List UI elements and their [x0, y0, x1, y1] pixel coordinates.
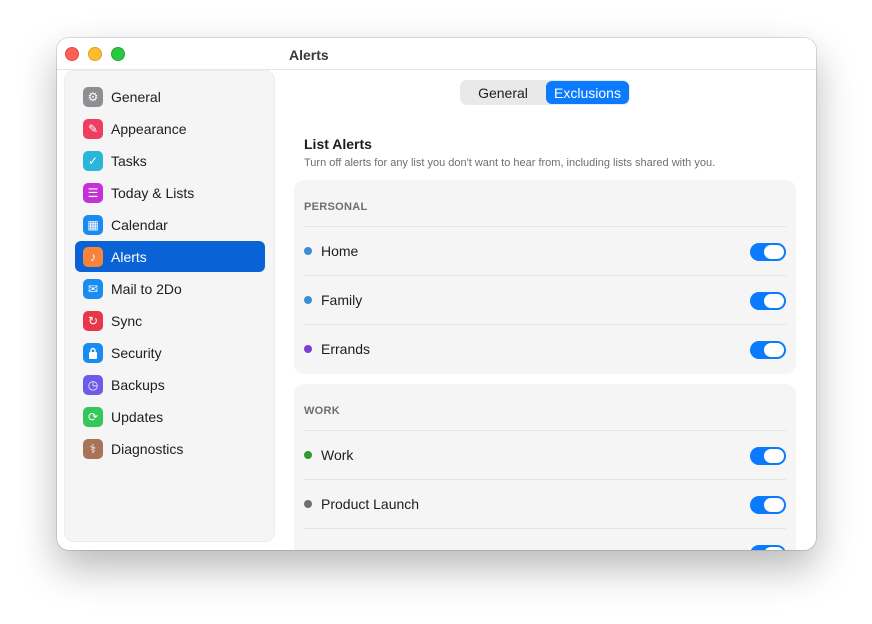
- group-header: PERSONAL: [304, 201, 368, 213]
- sidebar-item-label: Updates: [111, 408, 164, 425]
- title-bar: Alerts: [57, 38, 816, 70]
- alert-toggle[interactable]: [750, 545, 786, 550]
- sidebar-item-label: Alerts: [111, 248, 147, 265]
- close-button[interactable]: [65, 47, 79, 61]
- sync-icon: ↻: [83, 310, 103, 331]
- checkmark-icon: ✓: [83, 150, 103, 171]
- list-color-dot: [304, 247, 312, 255]
- list-label: Home: [321, 243, 359, 259]
- tab-general[interactable]: General: [461, 81, 545, 104]
- calendar-icon: ▦: [83, 214, 103, 235]
- sidebar-item-appearance[interactable]: ✎ Appearance: [75, 113, 265, 144]
- tab-exclusions[interactable]: Exclusions: [546, 81, 629, 104]
- group-header: WORK: [304, 405, 341, 417]
- list-color-dot: [304, 296, 312, 304]
- toggle-knob: [764, 449, 784, 463]
- stethoscope-icon: ⚕: [83, 438, 103, 459]
- bell-icon: ♪: [83, 246, 103, 267]
- minimize-button[interactable]: [88, 47, 102, 61]
- toggle-knob: [764, 245, 784, 259]
- alert-toggle[interactable]: [750, 341, 786, 359]
- sidebar-item-label: Today & Lists: [111, 184, 195, 201]
- alert-toggle[interactable]: [750, 243, 786, 261]
- lock-icon: [83, 342, 103, 363]
- sidebar-item-today-lists[interactable]: ☰ Today & Lists: [75, 177, 265, 208]
- list-label: Errands: [321, 341, 371, 357]
- sidebar-item-alerts[interactable]: ♪ Alerts: [75, 241, 265, 272]
- window-title: Alerts: [289, 47, 329, 63]
- list-row-family: Family: [304, 275, 786, 324]
- list-row-work: Work: [304, 430, 786, 479]
- list-icon: ☰: [83, 182, 103, 203]
- sidebar-item-general[interactable]: ⚙ General: [75, 81, 265, 112]
- clock-icon: ◷: [83, 374, 103, 395]
- sidebar-item-label: Appearance: [111, 120, 187, 137]
- sidebar-item-backups[interactable]: ◷ Backups: [75, 369, 265, 400]
- alert-toggle[interactable]: [750, 496, 786, 514]
- list-color-dot: [304, 500, 312, 508]
- sidebar-item-label: General: [111, 88, 161, 105]
- sidebar-item-label: Sync: [111, 312, 143, 329]
- mail-icon: ✉: [83, 278, 103, 299]
- list-label: Product Launch: [321, 496, 420, 512]
- sidebar-item-label: Mail to 2Do: [111, 280, 182, 297]
- sidebar-item-updates[interactable]: ⟳ Updates: [75, 401, 265, 432]
- zoom-button[interactable]: [111, 47, 125, 61]
- sidebar-item-calendar[interactable]: ▦ Calendar: [75, 209, 265, 240]
- group-work: WORK Work Product Launch: [294, 384, 796, 550]
- app-window: Alerts ⚙ General ✎ Appearance ✓ Tasks ☰ …: [57, 38, 816, 550]
- sidebar-item-mail-to-2do[interactable]: ✉ Mail to 2Do: [75, 273, 265, 304]
- sidebar-item-tasks[interactable]: ✓ Tasks: [75, 145, 265, 176]
- list-row-home: Home: [304, 226, 786, 275]
- refresh-icon: ⟳: [83, 406, 103, 427]
- sidebar: ⚙ General ✎ Appearance ✓ Tasks ☰ Today &…: [64, 70, 275, 542]
- list-row-partial: [304, 528, 786, 550]
- sidebar-item-diagnostics[interactable]: ⚕ Diagnostics: [75, 433, 265, 464]
- segmented-control: General Exclusions: [460, 80, 630, 105]
- sidebar-item-sync[interactable]: ↻ Sync: [75, 305, 265, 336]
- toggle-knob: [764, 547, 784, 550]
- sidebar-item-label: Calendar: [111, 216, 168, 233]
- group-personal: PERSONAL Home Family Errands: [294, 180, 796, 374]
- alert-toggle[interactable]: [750, 292, 786, 310]
- sidebar-item-label: Tasks: [111, 152, 147, 169]
- alert-toggle[interactable]: [750, 447, 786, 465]
- sidebar-item-label: Security: [111, 344, 162, 361]
- sidebar-item-label: Backups: [111, 376, 165, 393]
- list-color-dot: [304, 451, 312, 459]
- section-title: List Alerts: [304, 136, 372, 152]
- list-row-errands: Errands: [304, 324, 786, 373]
- section-subtitle: Turn off alerts for any list you don't w…: [304, 157, 716, 169]
- gear-icon: ⚙: [83, 86, 103, 107]
- main-pane: General Exclusions List Alerts Turn off …: [280, 70, 816, 550]
- list-label: Family: [321, 292, 363, 308]
- toggle-knob: [764, 498, 784, 512]
- sidebar-item-label: Diagnostics: [111, 440, 184, 457]
- list-color-dot: [304, 345, 312, 353]
- list-row-product-launch: Product Launch: [304, 479, 786, 528]
- toggle-knob: [764, 343, 784, 357]
- paintbrush-icon: ✎: [83, 118, 103, 139]
- list-label: Work: [321, 447, 354, 463]
- toggle-knob: [764, 294, 784, 308]
- sidebar-item-security[interactable]: Security: [75, 337, 265, 368]
